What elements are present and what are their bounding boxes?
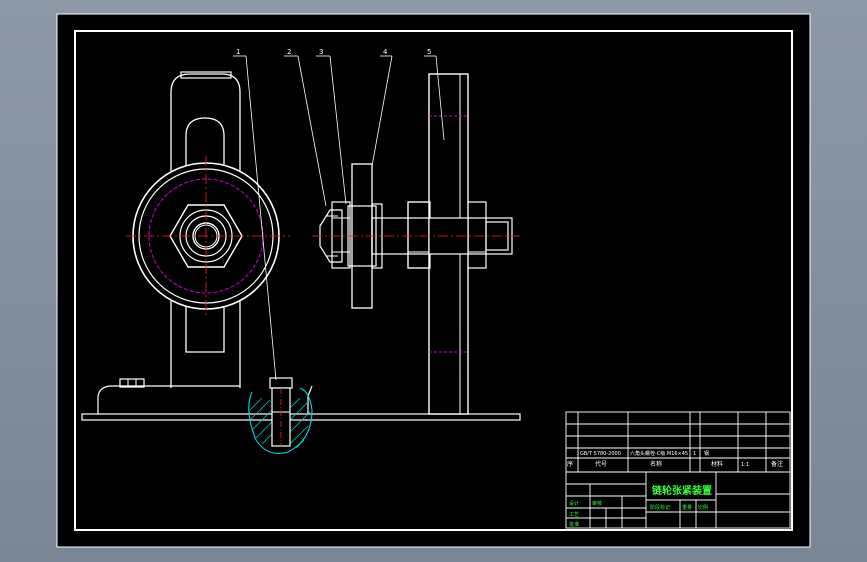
tb-green-scale: 比例 [698,504,708,511]
part-label-1: 1 [236,48,240,56]
tb-scale: 1:1 [741,462,749,468]
tb-green-review: 审核 [592,500,602,507]
tb-header-code: 代号 [595,460,607,468]
tb-green-approve: 批准 [569,521,579,528]
tb-row-code: GB/T 5780-2000 [580,451,621,457]
part-label-4: 4 [383,48,388,56]
tb-header-seq: 序 [567,460,573,468]
part-label-5: 5 [427,48,431,56]
drawing-title: 链轮张紧装置 [651,484,712,497]
part-label-3: 3 [319,48,323,56]
tb-green-stage: 阶段标记 [650,504,670,511]
tb-header-remark: 备注 [771,460,783,468]
drawing-canvas[interactable]: 1 2 3 4 5 序 代号 名称 材料 备注 GB/T 5780-2000 六… [0,0,867,562]
part-label-2: 2 [287,48,291,56]
cad-viewport: 1 2 3 4 5 序 代号 名称 材料 备注 GB/T 5780-2000 六… [0,0,867,562]
tb-row-qty: 1 [693,451,696,457]
tb-row-name: 六角头螺栓-C级 M16×45 [630,450,688,457]
tb-header-name: 名称 [650,460,662,468]
tb-green-weight: 重量 [682,504,692,511]
tb-green-design: 设计 [569,500,579,507]
tb-header-material: 材料 [711,460,723,468]
tb-row-material: 钢 [704,450,709,457]
tb-green-process: 工艺 [569,512,579,518]
